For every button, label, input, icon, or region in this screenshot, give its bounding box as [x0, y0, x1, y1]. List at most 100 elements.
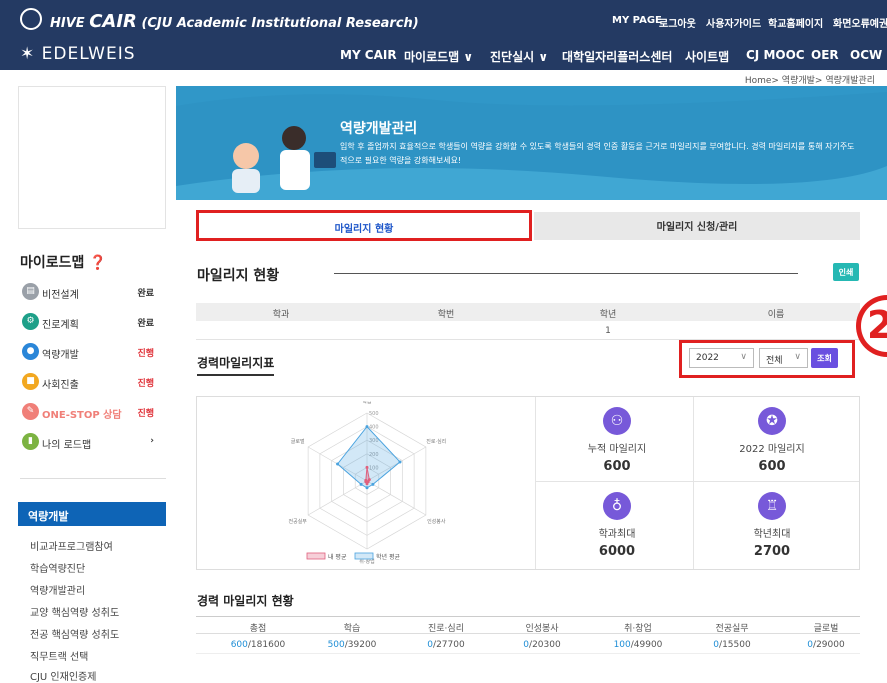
link-my-page[interactable]: MY PAGE: [612, 15, 662, 26]
section-divider: [334, 273, 798, 274]
legend-label-my-average: 내 평균: [328, 553, 347, 561]
person-icon: ⚇: [603, 407, 631, 435]
legend-label-grade-average: 학년 평균: [376, 553, 400, 561]
hive-logo-icon[interactable]: [20, 8, 42, 30]
column-name: 이름: [767, 310, 785, 320]
info-table-row: 1: [196, 322, 860, 340]
sidebar-divider: [20, 478, 166, 479]
breadcrumb: Home> 역량개발> 역량개발관리: [744, 76, 875, 86]
stat-divider-middle: [693, 397, 694, 569]
medal-icon: ✪: [758, 407, 786, 435]
radar-axis-line: [366, 480, 427, 516]
top-header-bar: HIVE CAIR (CJU Academic Institutional Re…: [0, 0, 887, 40]
stat-value: 2700: [753, 544, 791, 559]
tab-mileage-apply[interactable]: 마일리지 신청/관리: [534, 212, 860, 240]
nav-my-cair[interactable]: MY CAIR: [340, 48, 397, 62]
page-banner: 역량개발관리 입학 후 졸업까지 효율적으로 학생들이 역량을 강화할 수 있도…: [176, 86, 887, 200]
year-select[interactable]: 2022 ∨: [689, 348, 754, 368]
side-link-major-core[interactable]: 전공 핵심역량 성취도: [30, 626, 119, 641]
radar-point: [336, 462, 340, 466]
roadmap-title: 마이로드맵 ❓: [20, 255, 107, 271]
radar-point: [365, 425, 369, 429]
link-error-report[interactable]: 화면오류예권: [833, 15, 887, 30]
roadmap-item-onestop[interactable]: ✎ ONE-STOP 상담 진행: [22, 403, 162, 421]
stat-total-mileage: ⚇ 누적 마일리지 600: [542, 407, 692, 474]
section-title-mileage-table: 경력 마일리지 현황: [197, 594, 294, 608]
nav-sitemap[interactable]: 사이트맵: [685, 48, 729, 65]
section-title-mileage-status: 마일리지 현황: [197, 268, 280, 284]
briefcase-icon: ■: [22, 373, 39, 390]
roadmap-item-my-roadmap[interactable]: ▮ 나의 로드맵 ›: [22, 433, 162, 451]
roadmap-item-status: 진행: [137, 379, 154, 389]
column-total: 총점: [249, 624, 267, 634]
column-global: 글로벌: [813, 624, 839, 634]
radar-tick-label: 500: [369, 411, 379, 417]
help-icon[interactable]: ❓: [89, 255, 106, 271]
gear-icon: ⚙: [22, 313, 39, 330]
stat-label: 누적 마일리지: [587, 444, 647, 455]
print-button[interactable]: 인쇄: [833, 263, 859, 281]
roadmap-item-society[interactable]: ■ 사회진출 진행: [22, 373, 162, 391]
lightbulb-icon: ♁: [603, 492, 631, 520]
column-character: 인성봉사: [525, 624, 559, 634]
nav-cj-mooc[interactable]: CJ MOOC: [746, 48, 805, 62]
side-link-competency-management[interactable]: 역량개발관리: [30, 582, 85, 597]
column-learning: 학습: [343, 624, 361, 634]
cell-grade: 1: [605, 326, 611, 336]
document-icon: ▤: [22, 283, 39, 300]
radar-point: [371, 482, 375, 486]
link-user-guide[interactable]: 사용자가이드: [706, 15, 761, 30]
roadmap-item-label: 사회진출: [42, 380, 79, 391]
stat-label: 학년최대: [753, 529, 791, 540]
roadmap-item-career[interactable]: ⚙ 진로계획 완료: [22, 313, 162, 331]
brand-title[interactable]: HIVE CAIR (CJU Academic Institutional Re…: [50, 11, 419, 32]
stat-dept-max: ♁ 학과최대 6000: [542, 492, 692, 559]
chevron-down-icon: ∨: [794, 352, 801, 362]
cell-global: 0/29000: [807, 640, 845, 650]
radar-point: [359, 482, 363, 486]
search-button[interactable]: 조회: [811, 348, 838, 368]
roadmap-item-competency[interactable]: ● 역량개발 진행: [22, 343, 162, 361]
banner-description: 입학 후 졸업까지 효율적으로 학생들이 역량을 강화할 수 있도록 학생들의 …: [340, 142, 855, 165]
stat-grade-max: ♖ 학년최대 2700: [697, 492, 847, 559]
stat-label: 2022 마일리지: [739, 444, 805, 455]
stat-label: 학과최대: [598, 529, 636, 540]
section-title-indicator: 경력마일리지표: [197, 354, 275, 376]
radar-axis-line: [307, 480, 368, 516]
roadmap-item-status: 완료: [137, 289, 154, 299]
nav-ocw[interactable]: OCW: [850, 48, 882, 62]
stat-value: 600: [758, 459, 786, 474]
roadmap-item-arrow: ›: [150, 436, 154, 446]
side-menu-header: 역량개발: [18, 502, 166, 526]
nav-my-roadmap[interactable]: 마이로드맵 ∨: [404, 48, 473, 65]
column-employment: 취·창업: [624, 624, 652, 634]
cell-learning: 500/39200: [327, 640, 377, 650]
radar-point: [365, 465, 369, 469]
category-select[interactable]: 전체 ∨: [759, 348, 808, 368]
cell-career: 0/27700: [427, 640, 465, 650]
nav-oer[interactable]: OER: [811, 48, 839, 62]
trophy-icon: ♖: [758, 492, 786, 520]
roadmap-item-label: 나의 로드맵: [42, 440, 92, 451]
radar-point: [364, 478, 368, 482]
side-link-learning-diagnosis[interactable]: 학습역량진단: [30, 560, 85, 575]
tab-mileage-status[interactable]: 마일리지 현황: [196, 210, 532, 241]
mileage-chart-panel: 학습진로·심리인성봉사취·창업전공실무글로벌100200300400500내 평…: [196, 396, 860, 570]
nav-job-center[interactable]: 대학일자리플러스센터: [562, 48, 672, 65]
side-link-cju-certification[interactable]: CJU 인재인증제: [30, 668, 96, 683]
nav-diagnosis[interactable]: 진단실시 ∨: [490, 48, 548, 65]
pencil-icon: ✎: [22, 403, 39, 420]
roadmap-item-label: 역량개발: [42, 350, 79, 361]
edelweis-logo[interactable]: ✶ EDELWEIS: [20, 44, 136, 64]
side-link-extracurricular[interactable]: 비교과프로그램참여: [30, 538, 113, 553]
side-link-job-track[interactable]: 직무트랙 선택: [30, 648, 88, 663]
link-logout[interactable]: 로그아웃: [659, 15, 696, 30]
roadmap-item-vision[interactable]: ▤ 비전설계 완료: [22, 283, 162, 301]
radar-point: [365, 486, 369, 490]
stat-divider-row: [535, 481, 859, 482]
link-school-home[interactable]: 학교홈페이지: [768, 15, 823, 30]
side-link-liberal-core[interactable]: 교양 핵심역량 성취도: [30, 604, 119, 619]
stat-value: 6000: [598, 544, 636, 559]
roadmap-item-status: 진행: [137, 409, 154, 419]
legend-swatch-grade-average: [354, 552, 374, 560]
